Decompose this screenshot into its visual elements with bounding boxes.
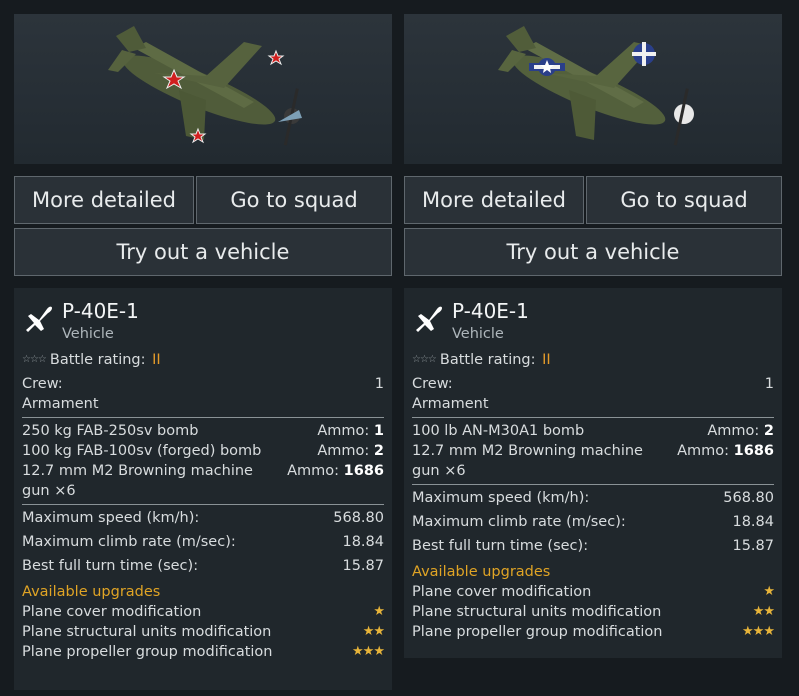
armament-row: 100 lb AN-M30A1 bomb Ammo: 2 bbox=[412, 421, 774, 441]
battle-rating-label: Battle rating: bbox=[49, 352, 146, 368]
armament-name: 100 lb AN-M30A1 bomb bbox=[412, 423, 585, 439]
upgrade-row: Plane structural units modification ★★ bbox=[22, 622, 385, 642]
upgrade-label: Plane structural units modification bbox=[412, 604, 662, 620]
stat-row: Maximum speed (km/h): 568.80 bbox=[22, 508, 384, 528]
upgrade-row: Plane cover modification ★ bbox=[412, 582, 775, 602]
vehicle-column-usa: More detailed Go to squad Try out a vehi… bbox=[404, 14, 782, 658]
upgrade-label: Plane propeller group modification bbox=[412, 624, 663, 640]
vehicle-name: P-40E-1 bbox=[62, 299, 139, 323]
upgrade-row: Plane cover modification ★ bbox=[22, 602, 385, 622]
armament-name: 12.7 mm M2 Browning machine gun ×6 bbox=[22, 463, 253, 499]
vehicle-info-card: P-40E-1 Vehicle ☆☆☆ Battle rating: II Cre… bbox=[14, 288, 392, 690]
vehicle-preview-image bbox=[14, 14, 392, 164]
go-to-squad-button[interactable]: Go to squad bbox=[586, 176, 782, 224]
crew-value: 1 bbox=[764, 376, 774, 392]
armament-heading: Armament bbox=[22, 396, 99, 412]
star-rating-icon: ★★★ bbox=[742, 624, 775, 639]
vehicle-column-soviet: More detailed Go to squad Try out a vehi… bbox=[14, 14, 392, 690]
ammo-label: Ammo: bbox=[317, 423, 370, 439]
upgrade-label: Plane cover modification bbox=[22, 604, 202, 620]
upgrades-heading: Available upgrades bbox=[22, 584, 161, 600]
ammo-label: Ammo: bbox=[707, 423, 760, 439]
upgrade-row: Plane structural units modification ★★ bbox=[412, 602, 775, 622]
stat-label: Maximum climb rate (m/sec): bbox=[22, 534, 236, 550]
battle-rating-value: II bbox=[542, 352, 551, 368]
try-vehicle-button[interactable]: Try out a vehicle bbox=[14, 228, 392, 276]
stat-label: Best full turn time (sec): bbox=[22, 558, 199, 574]
upgrade-label: Plane propeller group modification bbox=[22, 644, 273, 660]
stat-value: 568.80 bbox=[723, 490, 774, 506]
ammo-value: 2 bbox=[373, 443, 384, 459]
ammo-label: Ammo: bbox=[677, 443, 730, 459]
divider bbox=[412, 417, 774, 418]
crew-label: Crew: bbox=[22, 376, 63, 392]
armament-name: 250 kg FAB-250sv bomb bbox=[22, 423, 199, 439]
armament-name: 100 kg FAB-100sv (forged) bomb bbox=[22, 443, 262, 459]
star-rating-icon: ★ bbox=[373, 604, 385, 619]
divider bbox=[412, 484, 774, 485]
armament-heading: Armament bbox=[412, 396, 489, 412]
aircraft-soviet-image bbox=[108, 26, 302, 146]
more-detailed-button[interactable]: More detailed bbox=[404, 176, 584, 224]
star-rating-icon: ★★★ bbox=[352, 644, 385, 659]
stat-value: 15.87 bbox=[732, 538, 774, 554]
divider bbox=[22, 504, 384, 505]
ammo-value: 2 bbox=[763, 423, 774, 439]
stat-value: 18.84 bbox=[732, 514, 774, 530]
ammo-label: Ammo: bbox=[287, 463, 340, 479]
stat-label: Maximum climb rate (m/sec): bbox=[412, 514, 626, 530]
armament-name: 12.7 mm M2 Browning machine gun ×6 bbox=[412, 443, 643, 479]
airplane-icon bbox=[26, 306, 52, 332]
stat-label: Best full turn time (sec): bbox=[412, 538, 589, 554]
armament-row: 12.7 mm M2 Browning machine gun ×6 Ammo:… bbox=[22, 461, 384, 501]
battle-rating-row: ☆☆☆ Battle rating: II bbox=[412, 350, 774, 374]
ammo-value: 1686 bbox=[733, 443, 774, 459]
ammo-label: Ammo: bbox=[317, 443, 370, 459]
rank-stars-icon: ☆☆☆ bbox=[22, 354, 47, 365]
battle-rating-label: Battle rating: bbox=[439, 352, 536, 368]
star-rating-icon: ★ bbox=[763, 584, 775, 599]
ammo-value: 1686 bbox=[343, 463, 384, 479]
airplane-icon bbox=[416, 306, 442, 332]
stat-row: Best full turn time (sec): 15.87 bbox=[22, 556, 384, 576]
more-detailed-button[interactable]: More detailed bbox=[14, 176, 194, 224]
stat-row: Best full turn time (sec): 15.87 bbox=[412, 536, 774, 556]
upgrade-label: Plane cover modification bbox=[412, 584, 592, 600]
upgrade-row: Plane propeller group modification ★★★ bbox=[22, 642, 385, 662]
crew-row: Crew: 1 bbox=[412, 374, 774, 394]
stat-value: 568.80 bbox=[333, 510, 384, 526]
armament-row: 12.7 mm M2 Browning machine gun ×6 Ammo:… bbox=[412, 441, 774, 481]
armament-row: 250 kg FAB-250sv bomb Ammo: 1 bbox=[22, 421, 384, 441]
upgrade-row: Plane propeller group modification ★★★ bbox=[412, 622, 775, 642]
upgrades-heading: Available upgrades bbox=[412, 564, 551, 580]
vehicle-preview-image bbox=[404, 14, 782, 164]
crew-row: Crew: 1 bbox=[22, 374, 384, 394]
try-vehicle-button[interactable]: Try out a vehicle bbox=[404, 228, 782, 276]
divider bbox=[22, 417, 384, 418]
stat-value: 15.87 bbox=[342, 558, 384, 574]
ammo-value: 1 bbox=[373, 423, 384, 439]
vehicle-name: P-40E-1 bbox=[452, 299, 529, 323]
armament-row: 100 kg FAB-100sv (forged) bomb Ammo: 2 bbox=[22, 441, 384, 461]
vehicle-info-card: P-40E-1 Vehicle ☆☆☆ Battle rating: II Cre… bbox=[404, 288, 782, 658]
star-rating-icon: ★★ bbox=[752, 604, 775, 619]
stat-row: Maximum climb rate (m/sec): 18.84 bbox=[22, 532, 384, 552]
stat-row: Maximum climb rate (m/sec): 18.84 bbox=[412, 512, 774, 532]
battle-rating-row: ☆☆☆ Battle rating: II bbox=[22, 350, 384, 374]
crew-value: 1 bbox=[374, 376, 384, 392]
stat-row: Maximum speed (km/h): 568.80 bbox=[412, 488, 774, 508]
stat-label: Maximum speed (km/h): bbox=[412, 490, 590, 506]
star-rating-icon: ★★ bbox=[362, 624, 385, 639]
vehicle-type: Vehicle bbox=[452, 326, 504, 342]
aircraft-usa-image bbox=[498, 26, 694, 146]
go-to-squad-button[interactable]: Go to squad bbox=[196, 176, 392, 224]
vehicle-type: Vehicle bbox=[62, 326, 114, 342]
crew-label: Crew: bbox=[412, 376, 453, 392]
battle-rating-value: II bbox=[152, 352, 161, 368]
stat-value: 18.84 bbox=[342, 534, 384, 550]
upgrade-label: Plane structural units modification bbox=[22, 624, 272, 640]
rank-stars-icon: ☆☆☆ bbox=[412, 354, 437, 365]
stat-label: Maximum speed (km/h): bbox=[22, 510, 200, 526]
